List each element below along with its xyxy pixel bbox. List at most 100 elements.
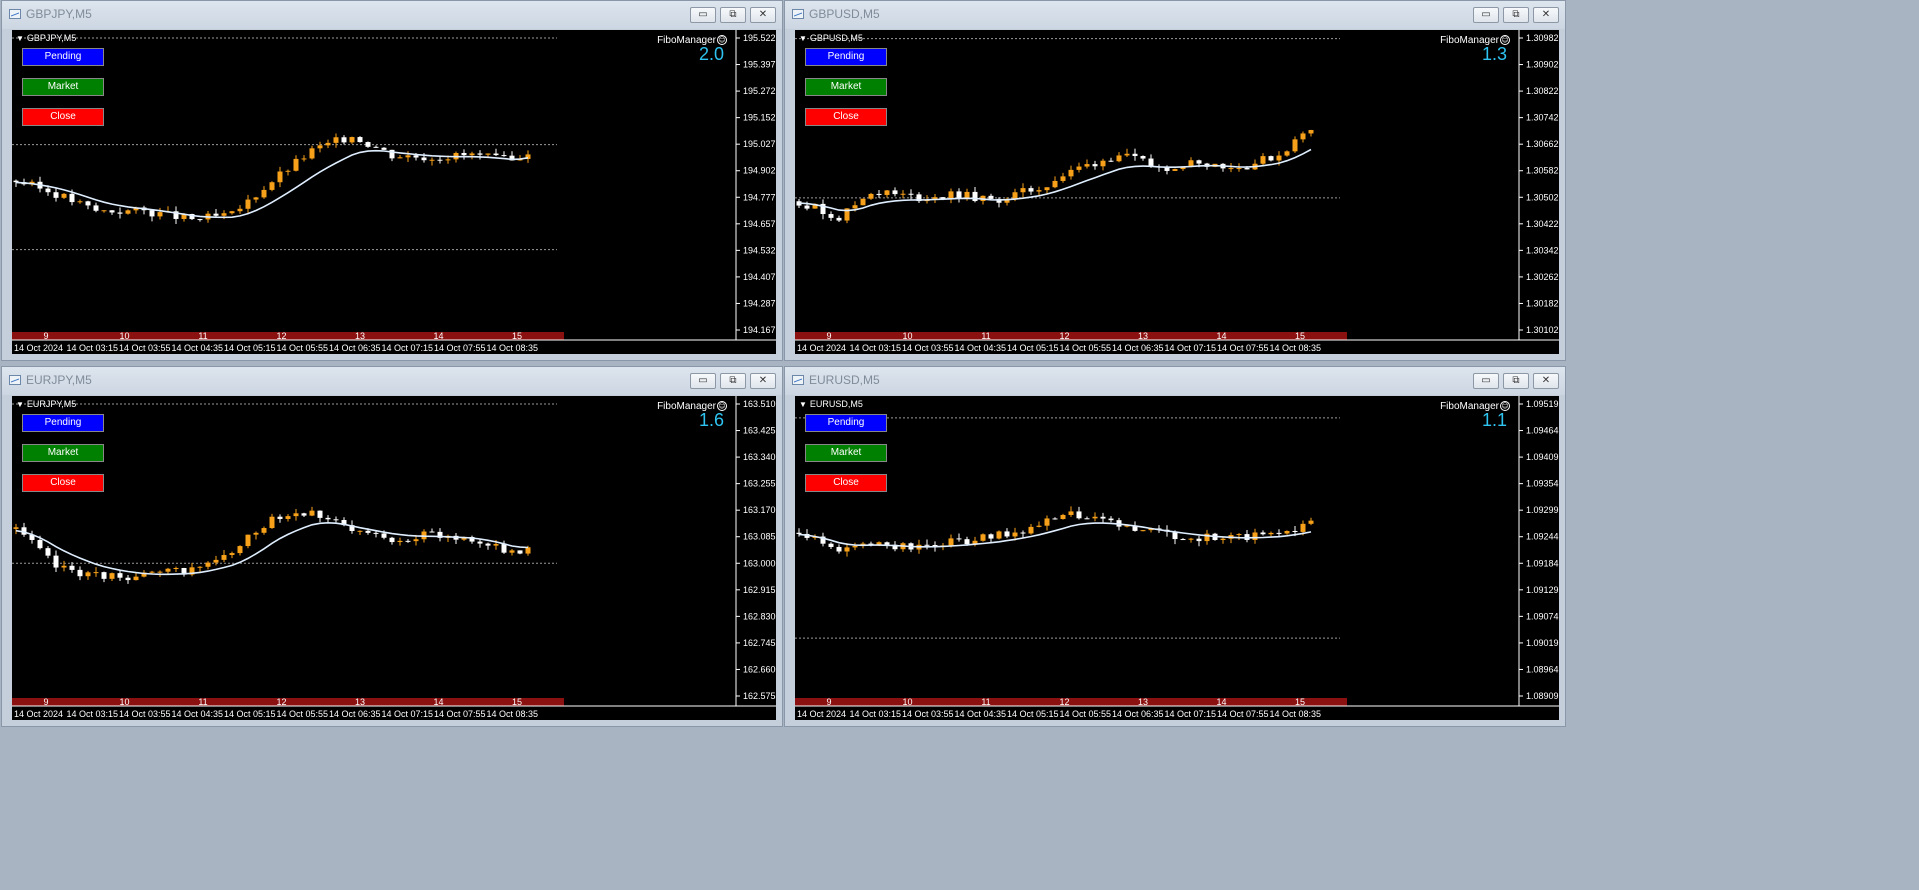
y-tick-label: 163.510 <box>743 399 776 409</box>
y-tick-label: 194.287 <box>743 298 776 308</box>
time-label: 14 Oct 07:55 <box>1217 343 1269 353</box>
minimize-button[interactable]: ▭ <box>690 7 716 23</box>
candle-body <box>1108 160 1114 162</box>
maximize-button[interactable]: ⧉ <box>1503 373 1529 389</box>
y-tick-label: 1.30182 <box>1526 298 1559 308</box>
candle-body <box>293 513 299 517</box>
y-tick-label: 194.167 <box>743 325 776 335</box>
price-chart[interactable]: 195.522 195.397 195.272 195.152 195.027 194.9… <box>12 30 776 354</box>
candlestick-chart[interactable]: 1.09519 1.09464 1.09409 1.09354 1.09299 1.092… <box>795 396 1559 720</box>
chart-window[interactable]: GBPJPY,M5 ▭ ⧉ ✕ 195.522 195.397 195.272 195… <box>1 0 783 361</box>
chart-window[interactable]: EURUSD,M5 ▭ ⧉ ✕ 1.09519 1.09464 1.09409 1.0… <box>784 366 1566 727</box>
triangle-down-icon[interactable]: ▼ <box>16 34 24 43</box>
candle-body <box>293 158 299 171</box>
chart-window-icon <box>792 9 804 19</box>
time-label: 14 Oct 2024 <box>797 709 846 719</box>
y-tick-label: 1.30102 <box>1526 325 1559 335</box>
candle-body <box>836 546 842 552</box>
candle-body <box>1092 516 1098 519</box>
candle-body <box>836 217 842 221</box>
candle-body <box>1100 160 1106 167</box>
time-label: 14 Oct 05:15 <box>224 709 276 719</box>
pending-button[interactable]: Pending <box>805 414 887 432</box>
candle-body <box>1268 532 1274 535</box>
triangle-down-icon[interactable]: ▼ <box>799 400 807 409</box>
close-orders-button[interactable]: Close <box>805 474 887 492</box>
y-tick-label: 194.777 <box>743 192 776 202</box>
candle-body <box>1308 520 1314 524</box>
close-orders-button[interactable]: Close <box>22 474 104 492</box>
triangle-down-icon[interactable]: ▼ <box>16 400 24 409</box>
window-titlebar[interactable]: EURJPY,M5 ▭ ⧉ ✕ <box>2 367 782 395</box>
market-button[interactable]: Market <box>805 78 887 96</box>
candle-body <box>381 533 387 538</box>
window-titlebar[interactable]: GBPJPY,M5 ▭ ⧉ ✕ <box>2 1 782 29</box>
candle-body <box>501 155 507 157</box>
close-window-button[interactable]: ✕ <box>750 7 776 23</box>
candle-body <box>109 210 115 213</box>
candle-body <box>149 571 155 573</box>
time-label: 14 Oct 08:35 <box>487 343 539 353</box>
maximize-button[interactable]: ⧉ <box>720 373 746 389</box>
market-button[interactable]: Market <box>22 444 104 462</box>
time-label: 14 Oct 2024 <box>14 343 63 353</box>
y-tick-label: 194.407 <box>743 272 776 282</box>
window-titlebar[interactable]: GBPUSD,M5 ▭ ⧉ ✕ <box>785 1 1565 29</box>
candle-body <box>1260 156 1266 164</box>
pending-button[interactable]: Pending <box>805 48 887 66</box>
triangle-down-icon[interactable]: ▼ <box>799 34 807 43</box>
pending-button[interactable]: Pending <box>22 48 104 66</box>
symbol-label: ▼ GBPJPY,M5 <box>16 33 76 43</box>
minimize-button[interactable]: ▭ <box>1473 7 1499 23</box>
market-button[interactable]: Market <box>22 78 104 96</box>
symbol-text: GBPUSD,M5 <box>809 33 863 43</box>
candle-body <box>477 153 483 155</box>
y-tick-label: 194.657 <box>743 219 776 229</box>
candle-body <box>285 170 291 172</box>
candle-body <box>1068 169 1074 177</box>
market-button[interactable]: Market <box>805 444 887 462</box>
candle-body <box>101 572 107 579</box>
minimize-button[interactable]: ▭ <box>1473 373 1499 389</box>
symbol-text: EURJPY,M5 <box>26 399 77 409</box>
close-orders-button[interactable]: Close <box>805 108 887 126</box>
maximize-button[interactable]: ⧉ <box>1503 7 1529 23</box>
candle-body <box>908 193 914 195</box>
time-label: 14 Oct 08:35 <box>487 709 539 719</box>
candle-body <box>317 145 323 149</box>
price-chart[interactable]: 163.510 163.425 163.340 163.255 163.170 163.0… <box>12 396 776 720</box>
window-titlebar[interactable]: EURUSD,M5 ▭ ⧉ ✕ <box>785 367 1565 395</box>
close-orders-button[interactable]: Close <box>22 108 104 126</box>
candle-body <box>964 539 970 545</box>
candle-body <box>1012 192 1018 199</box>
candle-body <box>1308 130 1314 134</box>
chart-window[interactable]: GBPUSD,M5 ▭ ⧉ ✕ 1.30982 1.30902 1.30822 1.3… <box>784 0 1566 361</box>
close-window-button[interactable]: ✕ <box>750 373 776 389</box>
candle-body <box>988 534 994 539</box>
candle-body <box>1180 539 1186 541</box>
y-tick-label: 194.532 <box>743 245 776 255</box>
candle-body <box>1228 168 1234 170</box>
price-chart[interactable]: 1.09519 1.09464 1.09409 1.09354 1.09299 1.092… <box>795 396 1559 720</box>
candle-body <box>485 153 491 155</box>
candle-body <box>1300 133 1306 140</box>
y-tick-label: 1.30742 <box>1526 113 1559 123</box>
pending-button[interactable]: Pending <box>22 414 104 432</box>
time-label: 14 Oct 06:35 <box>329 343 381 353</box>
maximize-button[interactable]: ⧉ <box>720 7 746 23</box>
indicator-value: 1.1 <box>1481 410 1507 430</box>
candle-body <box>988 195 994 199</box>
close-window-button[interactable]: ✕ <box>1533 373 1559 389</box>
candlestick-chart[interactable]: 1.30982 1.30902 1.30822 1.30742 1.30662 1.305… <box>795 30 1559 354</box>
close-window-button[interactable]: ✕ <box>1533 7 1559 23</box>
candle-body <box>309 510 315 516</box>
candle-body <box>37 539 43 549</box>
chart-window[interactable]: EURJPY,M5 ▭ ⧉ ✕ 163.510 163.425 163.340 163… <box>1 366 783 727</box>
candlestick-chart[interactable]: 163.510 163.425 163.340 163.255 163.170 163.0… <box>12 396 776 720</box>
price-chart[interactable]: 1.30982 1.30902 1.30822 1.30742 1.30662 1.305… <box>795 30 1559 354</box>
candle-body <box>213 559 219 563</box>
minimize-button[interactable]: ▭ <box>690 373 716 389</box>
time-label: 14 Oct 05:15 <box>1007 343 1059 353</box>
y-tick-label: 1.30982 <box>1526 33 1559 43</box>
candlestick-chart[interactable]: 195.522 195.397 195.272 195.152 195.027 194.9… <box>12 30 776 354</box>
